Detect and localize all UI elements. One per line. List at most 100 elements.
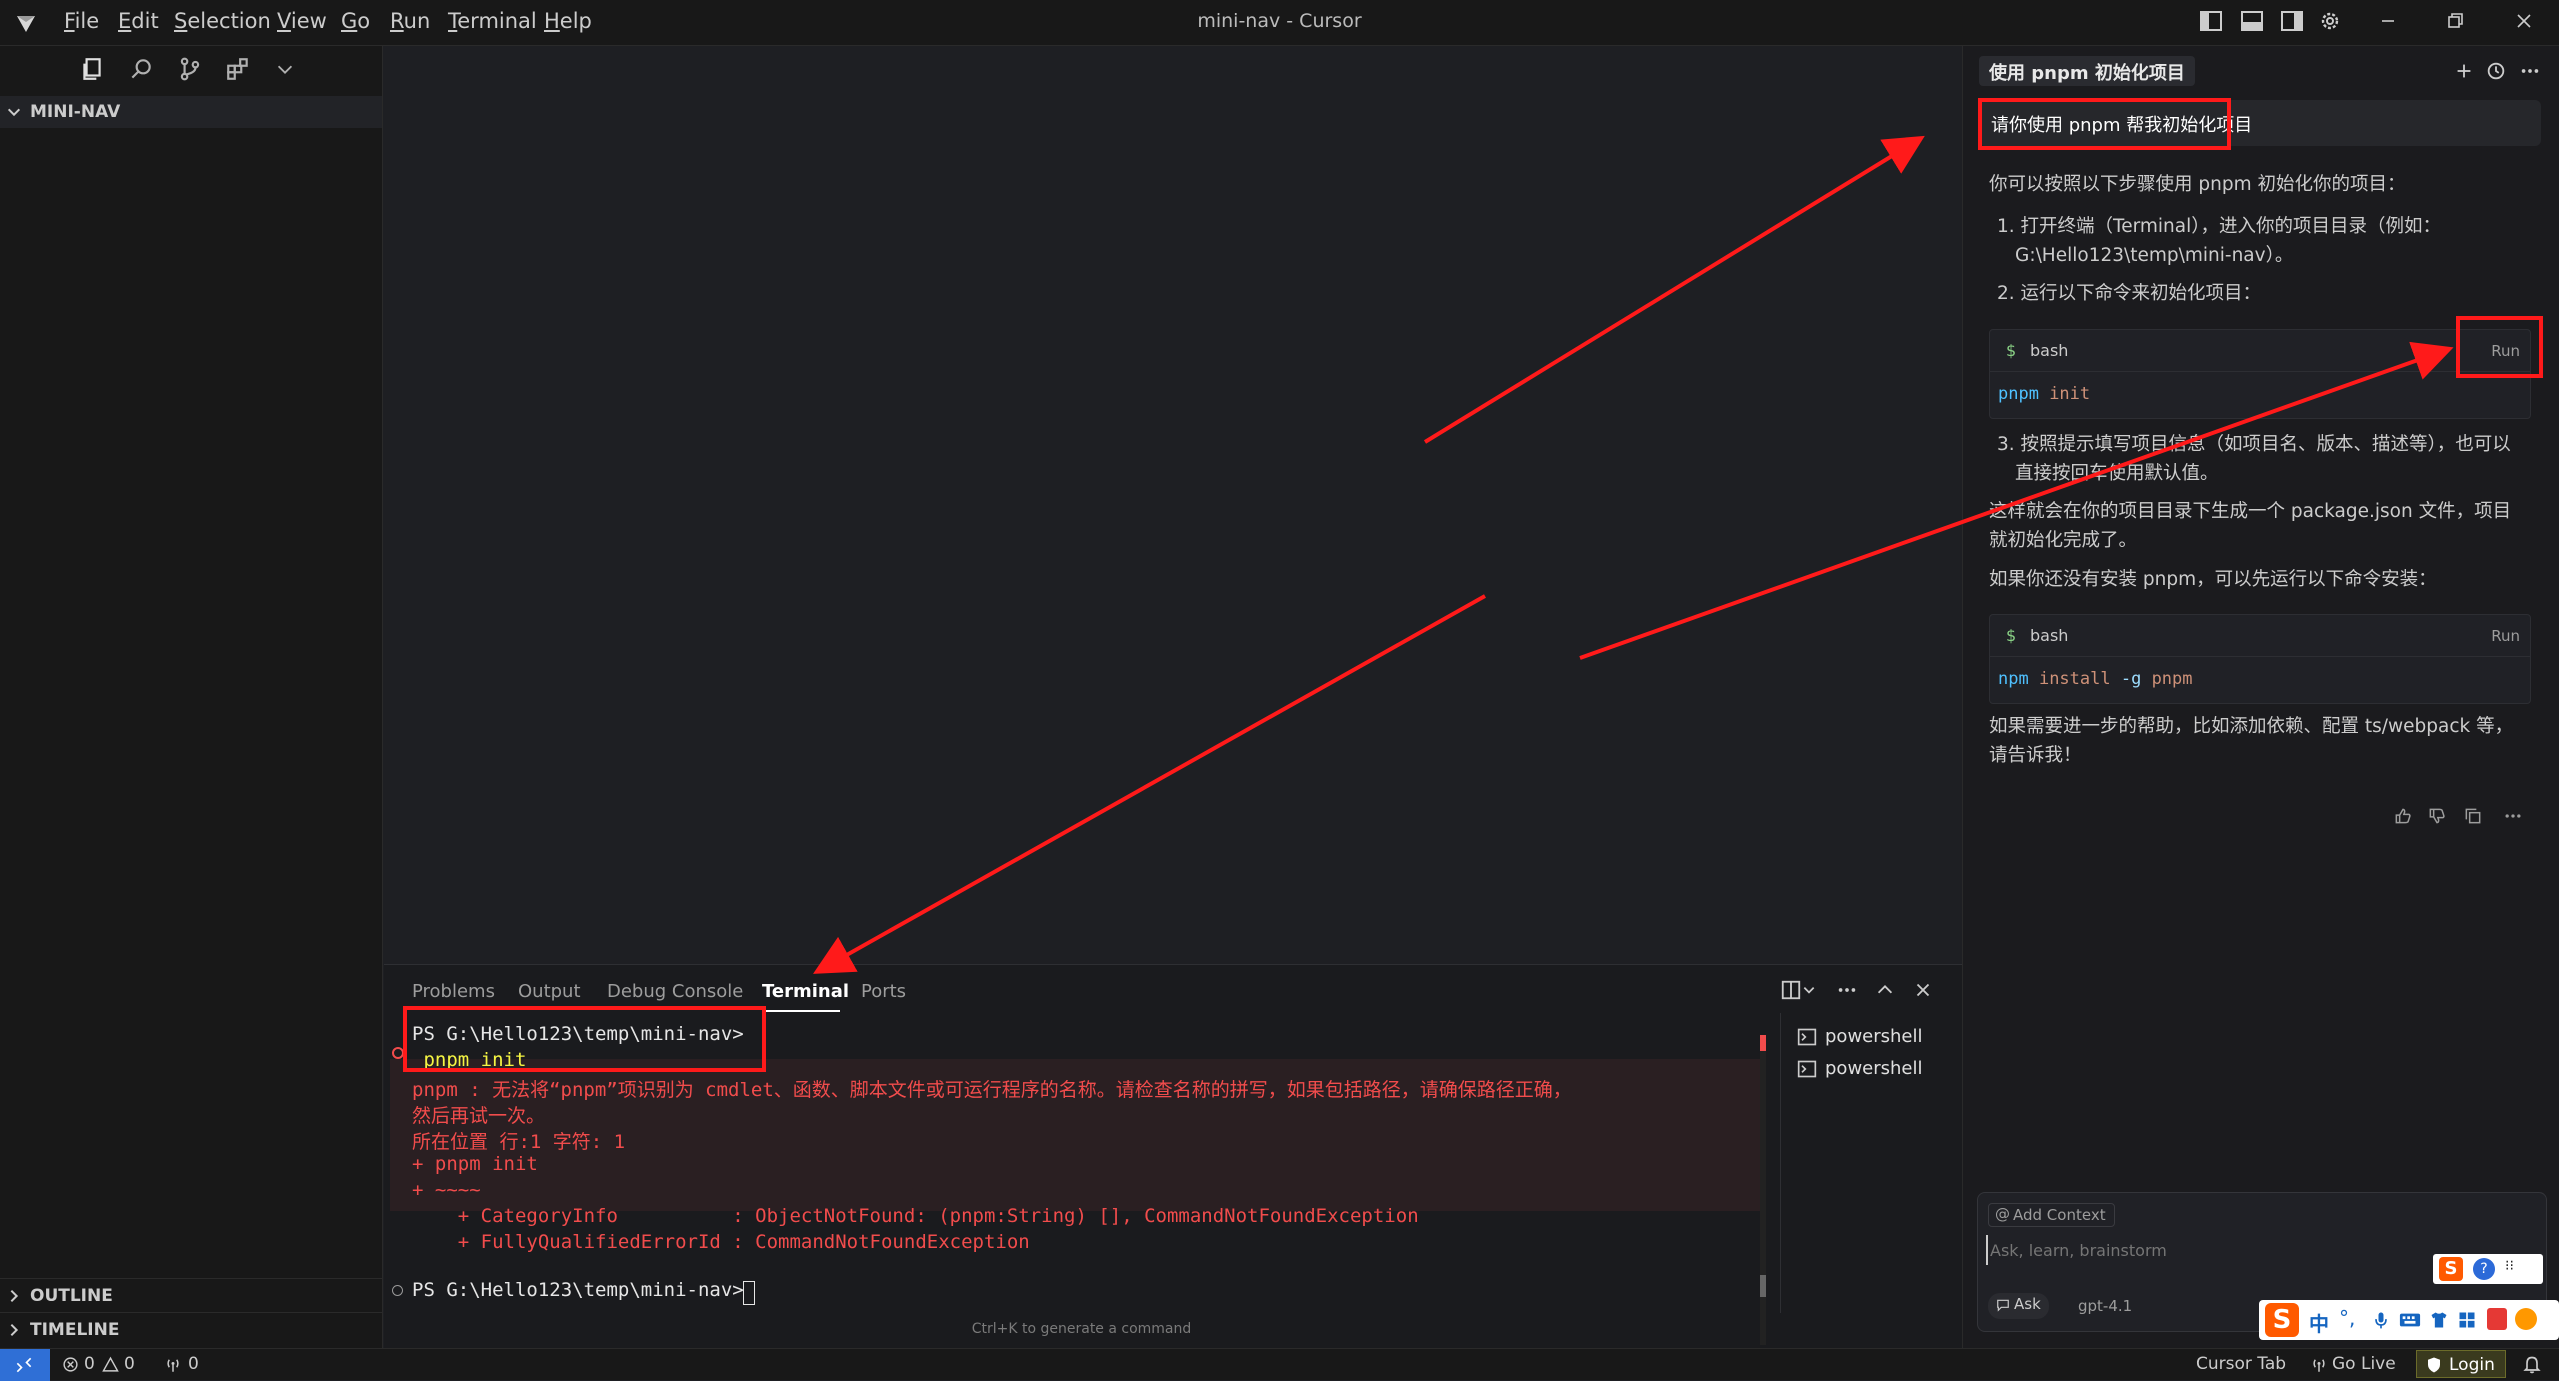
assistant-paragraph-1-cont: 就初始化完成了。 <box>1989 530 2138 551</box>
minimize-icon[interactable] <box>2376 9 2400 33</box>
chat-input[interactable] <box>1986 1235 2406 1265</box>
at-icon: @ <box>1995 1205 2010 1223</box>
terminal-powershell-icon <box>1797 1060 1817 1078</box>
notifications-bell-icon[interactable] <box>2522 1355 2542 1375</box>
chevron-right-icon <box>10 1323 19 1337</box>
go-live-label: Go Live <box>2332 1354 2396 1374</box>
assistant-step-3-cont: 直接按回车使用默认值。 <box>2015 463 2219 484</box>
terminal-list-item[interactable]: powershell <box>1797 1023 1957 1051</box>
toggle-secondary-sidebar-icon[interactable] <box>2280 9 2304 33</box>
chevron-down-icon <box>7 108 21 117</box>
close-window-icon[interactable] <box>2512 9 2536 33</box>
new-chat-icon[interactable] <box>2453 60 2475 82</box>
ime-punctuation-mode[interactable]: °, <box>2339 1306 2355 1330</box>
terminal-error-line: + pnpm init <box>412 1153 538 1175</box>
outline-section[interactable]: OUTLINE <box>0 1278 382 1312</box>
tab-problems[interactable]: Problems <box>412 981 495 1002</box>
maximize-panel-icon[interactable] <box>1874 979 1896 1001</box>
chevron-right-icon <box>10 1289 19 1303</box>
terminal-hint: Ctrl+K to generate a command <box>971 1321 1192 1337</box>
annotation-box-user-message <box>1978 98 2231 150</box>
code-command: pnpm <box>1998 384 2039 404</box>
search-icon[interactable] <box>128 56 154 82</box>
terminal-scrollbar[interactable] <box>1760 1035 1766 1345</box>
add-context-button[interactable]: @ Add Context <box>1988 1203 2115 1227</box>
explorer-icon[interactable] <box>79 56 105 82</box>
split-terminal-icon[interactable] <box>1780 979 1802 1001</box>
chevron-down-icon[interactable] <box>274 58 296 80</box>
thumbs-up-icon[interactable] <box>2393 806 2413 826</box>
skin-shirt-icon[interactable] <box>2429 1310 2449 1330</box>
broadcast-icon <box>2313 1359 2325 1372</box>
close-panel-icon[interactable] <box>1912 979 1934 1001</box>
go-live-button[interactable]: Go Live <box>2310 1354 2400 1376</box>
toggle-primary-sidebar-icon[interactable] <box>2199 9 2223 33</box>
copy-icon[interactable] <box>2463 806 2483 826</box>
code-command: npm <box>1998 669 2029 689</box>
terminal-error-line: + ~~~~ <box>412 1179 481 1201</box>
assistant-step-3: 3. 按照提示填写项目信息（如项目名、版本、描述等），也可以 <box>1997 434 2511 455</box>
ime-extra-icon[interactable] <box>2487 1308 2507 1330</box>
microphone-icon[interactable] <box>2371 1310 2391 1330</box>
toolbox-grid-icon[interactable] <box>2457 1310 2477 1330</box>
ime-chinese-mode[interactable]: 中 <box>2309 1308 2329 1337</box>
run-button[interactable]: Run <box>2491 627 2520 645</box>
mode-selector[interactable]: Ask <box>1988 1293 2049 1319</box>
terminal-error-line: + CategoryInfo : ObjectNotFound: (pnpm:S… <box>412 1205 1419 1227</box>
terminal-error-line: + FullyQualifiedErrorId : CommandNotFoun… <box>412 1231 1030 1253</box>
assistant-step-2: 2. 运行以下命令来初始化项目： <box>1997 283 2262 304</box>
terminal-error-line: 所在位置 行:1 字符: 1 <box>412 1131 626 1153</box>
more-options-icon[interactable] <box>2519 60 2541 82</box>
assistant-paragraph-2: 如果你还没有安装 pnpm，可以先运行以下命令安装： <box>1989 569 2437 590</box>
keyboard-icon[interactable] <box>2399 1310 2421 1330</box>
cursor-tab-indicator[interactable]: Cursor Tab <box>2196 1354 2286 1374</box>
outline-label: OUTLINE <box>30 1286 113 1306</box>
shield-icon <box>2428 1357 2440 1373</box>
more-icon[interactable] <box>2503 806 2523 826</box>
toggle-panel-icon[interactable] <box>2240 9 2264 33</box>
history-icon[interactable] <box>2485 60 2507 82</box>
thumbs-down-icon[interactable] <box>2427 806 2447 826</box>
login-label: Login <box>2449 1355 2495 1375</box>
restore-icon[interactable] <box>2443 9 2467 33</box>
terminal-current-prompt: PS G:\Hello123\temp\mini-nav> <box>412 1279 756 1301</box>
tab-output[interactable]: Output <box>518 981 581 1002</box>
terminal-list-divider <box>1780 1013 1781 1313</box>
ime-toolbar[interactable]: S 中 °, <box>2259 1300 2559 1340</box>
ports-count: 0 <box>188 1354 199 1374</box>
ime-mini-toolbar[interactable]: S ? ⁝⁝ <box>2433 1254 2543 1284</box>
ime-extra-icon-2[interactable] <box>2515 1308 2537 1330</box>
chat-panel: 使用 pnpm 初始化项目 请你使用 pnpm 帮我初始化项目 你可以按照以下步… <box>1962 46 2559 1348</box>
code-language-label: bash <box>2030 341 2069 360</box>
folder-name: MINI-NAV <box>30 102 121 122</box>
chevron-down-icon[interactable] <box>1802 983 1816 997</box>
chat-bubble-icon <box>1997 1299 2009 1312</box>
mode-label: Ask <box>2014 1295 2041 1313</box>
extensions-icon[interactable] <box>225 56 251 82</box>
tab-debug-console[interactable]: Debug Console <box>607 981 743 1002</box>
more-actions-icon[interactable] <box>1836 979 1858 1001</box>
ime-options-icon: ⁝⁝ <box>2505 1258 2514 1274</box>
terminal-prompt-icon: $ <box>2006 626 2017 645</box>
model-selector[interactable]: gpt-4.1 <box>2078 1297 2132 1315</box>
terminal-list-item[interactable]: powershell <box>1797 1055 1957 1083</box>
prompt-decoration-icon <box>392 1285 403 1296</box>
warning-icon <box>102 1356 119 1372</box>
source-control-icon[interactable] <box>177 56 203 82</box>
model-label: gpt-4.1 <box>2078 1297 2133 1315</box>
chat-tab-title[interactable]: 使用 pnpm 初始化项目 <box>1979 56 2195 86</box>
login-button[interactable]: Login <box>2416 1350 2506 1378</box>
tab-ports[interactable]: Ports <box>861 981 906 1002</box>
remote-indicator[interactable] <box>0 1349 50 1381</box>
add-context-label: Add Context <box>2013 1206 2106 1224</box>
terminal-prompt-icon: $ <box>2006 341 2017 360</box>
code-language-label: bash <box>2030 626 2069 645</box>
annotation-box-run-button <box>2456 316 2543 378</box>
settings-gear-icon[interactable] <box>2318 9 2342 33</box>
sogou-logo-icon: S <box>2265 1303 2299 1337</box>
timeline-section[interactable]: TIMELINE <box>0 1312 382 1346</box>
tab-terminal[interactable]: Terminal <box>762 981 849 1002</box>
error-icon <box>63 1357 78 1372</box>
explorer-folder-header[interactable]: MINI-NAV <box>0 96 382 128</box>
primary-sidebar: MINI-NAV OUTLINE TIMELINE <box>0 46 383 1348</box>
